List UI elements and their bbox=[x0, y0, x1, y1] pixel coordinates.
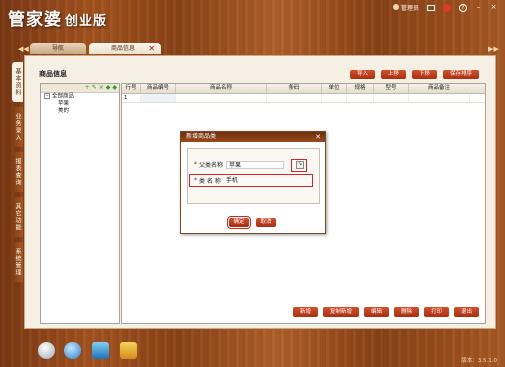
parent-name-row: * 父类名称 苹果 ↘ bbox=[194, 160, 305, 169]
update-icon[interactable] bbox=[92, 342, 109, 359]
tools-icon[interactable] bbox=[120, 342, 137, 359]
import-button[interactable]: 导入 bbox=[349, 70, 375, 79]
table-cell[interactable] bbox=[176, 94, 267, 102]
column-header[interactable]: 条码 bbox=[267, 84, 322, 93]
table-header: 行号 商品编号 商品名称 条码 单位 规格 型号 商品备注 bbox=[122, 84, 485, 94]
tab-scroll-left-icon[interactable]: ◀◀ bbox=[18, 45, 29, 53]
mail-icon[interactable] bbox=[427, 4, 435, 11]
minimize-button[interactable]: – bbox=[475, 4, 482, 11]
parent-name-label: 父类名称 bbox=[199, 162, 224, 169]
side-tab-basic-data[interactable]: 基本资料 bbox=[12, 62, 23, 102]
tree-node-label: 全部商品 bbox=[52, 93, 75, 100]
highlight-category-name bbox=[189, 174, 313, 187]
tree-node-root[interactable]: − 全部商品 bbox=[41, 93, 119, 101]
print-button[interactable]: 打印 bbox=[423, 307, 449, 317]
side-tab-other[interactable]: 其它功能 bbox=[12, 197, 23, 237]
cancel-button[interactable]: 取消 bbox=[256, 218, 276, 227]
tab-scroll-right-icon[interactable]: ▶▶ bbox=[488, 45, 499, 53]
column-header[interactable]: 型号 bbox=[374, 84, 409, 93]
user-menu[interactable]: 管理员 bbox=[392, 3, 419, 12]
tree-node-child[interactable]: 美的 bbox=[41, 108, 119, 115]
help-icon[interactable]: ? bbox=[459, 3, 467, 12]
bottom-buttons: 新增 复制新增 编辑 删除 打印 退出 bbox=[292, 307, 479, 317]
table-cell[interactable] bbox=[267, 94, 322, 102]
settings-gear-icon[interactable] bbox=[38, 342, 55, 359]
tree-node-child[interactable]: 苹果 bbox=[41, 101, 119, 108]
side-tab-reports[interactable]: 报表查询 bbox=[12, 152, 23, 192]
copy-add-button[interactable]: 复制新增 bbox=[322, 307, 359, 317]
column-header[interactable]: 规格 bbox=[347, 84, 374, 93]
column-header[interactable]: 单位 bbox=[322, 84, 347, 93]
app-title: 管家婆 bbox=[8, 10, 62, 30]
column-header[interactable]: 商品名称 bbox=[176, 84, 267, 93]
edit-button[interactable]: 编辑 bbox=[363, 307, 389, 317]
table-cell[interactable] bbox=[347, 94, 374, 102]
user-label: 管理员 bbox=[400, 5, 419, 12]
tab-product-info[interactable]: 商品信息 ✕ bbox=[89, 43, 162, 54]
weibo-icon[interactable] bbox=[443, 3, 451, 12]
tree-toolbar: + ✎ × ◆ ◆ bbox=[41, 84, 119, 93]
table-cell[interactable] bbox=[409, 94, 470, 102]
user-icon bbox=[392, 4, 399, 10]
top-toolbar: 管理员 ? – × bbox=[392, 3, 497, 12]
close-button[interactable]: × bbox=[490, 4, 497, 11]
table-cell[interactable] bbox=[141, 94, 176, 102]
collapse-toggle-icon[interactable]: − bbox=[44, 93, 50, 99]
column-header[interactable]: 商品编号 bbox=[141, 84, 176, 93]
table-row[interactable]: 1 bbox=[122, 94, 485, 103]
delete-category-icon[interactable]: × bbox=[99, 84, 104, 92]
dialog-title-text: 新增商品类 bbox=[186, 133, 217, 140]
column-header[interactable]: 商品备注 bbox=[409, 84, 469, 93]
app-subtitle: 创业版 bbox=[65, 14, 108, 29]
save-order-button[interactable]: 保存排序 bbox=[442, 70, 479, 79]
tab-close-icon[interactable]: ✕ bbox=[148, 43, 155, 54]
side-tab-system[interactable]: 系统管理 bbox=[12, 242, 23, 282]
dialog-buttons: 确定 取消 bbox=[227, 216, 276, 229]
confirm-button[interactable]: 确定 bbox=[227, 216, 251, 229]
expand-icon[interactable]: ◆ bbox=[106, 84, 111, 92]
dialog-title: 新增商品类 ✕ bbox=[181, 132, 325, 142]
internet-globe-icon[interactable] bbox=[64, 342, 81, 359]
exit-button[interactable]: 退出 bbox=[453, 307, 479, 317]
add-button[interactable]: 新增 bbox=[292, 307, 318, 317]
version-label: 版本：3.5.1.0 bbox=[461, 358, 497, 364]
add-category-icon[interactable]: + bbox=[85, 84, 90, 92]
add-category-dialog: 新增商品类 ✕ * 父类名称 苹果 ↘ * 类 名 称 手机 确定 取消 bbox=[180, 131, 326, 234]
column-header[interactable]: 行号 bbox=[122, 84, 141, 93]
header-buttons: 导入 上移 下移 保存排序 bbox=[349, 70, 479, 79]
highlight-select-parent bbox=[291, 159, 307, 172]
dialog-close-icon[interactable]: ✕ bbox=[315, 132, 321, 142]
move-up-button[interactable]: 上移 bbox=[380, 70, 406, 79]
page-title: 商品信息 bbox=[39, 70, 67, 78]
app-logo: 管家婆 创业版 bbox=[8, 5, 107, 30]
category-tree: + ✎ × ◆ ◆ − 全部商品 苹果 美的 bbox=[40, 83, 120, 324]
tab-product-info-label: 商品信息 bbox=[111, 45, 136, 52]
edit-category-icon[interactable]: ✎ bbox=[92, 84, 97, 92]
parent-name-field: 苹果 bbox=[226, 160, 285, 169]
table-cell: 1 bbox=[122, 94, 141, 102]
bottom-taskbar: 版本：3.5.1.0 bbox=[0, 338, 505, 367]
delete-button[interactable]: 删除 bbox=[393, 307, 419, 317]
tab-bar: 导航 商品信息 ✕ bbox=[30, 43, 162, 54]
side-tabs: 基本资料 业务录入 报表查询 其它功能 系统管理 bbox=[12, 62, 23, 282]
move-down-button[interactable]: 下移 bbox=[411, 70, 437, 79]
collapse-icon[interactable]: ◆ bbox=[112, 84, 117, 92]
side-tab-business-entry[interactable]: 业务录入 bbox=[12, 107, 23, 147]
table-cell[interactable] bbox=[322, 94, 347, 102]
tab-navigation[interactable]: 导航 bbox=[30, 43, 87, 54]
table-cell[interactable] bbox=[374, 94, 409, 102]
